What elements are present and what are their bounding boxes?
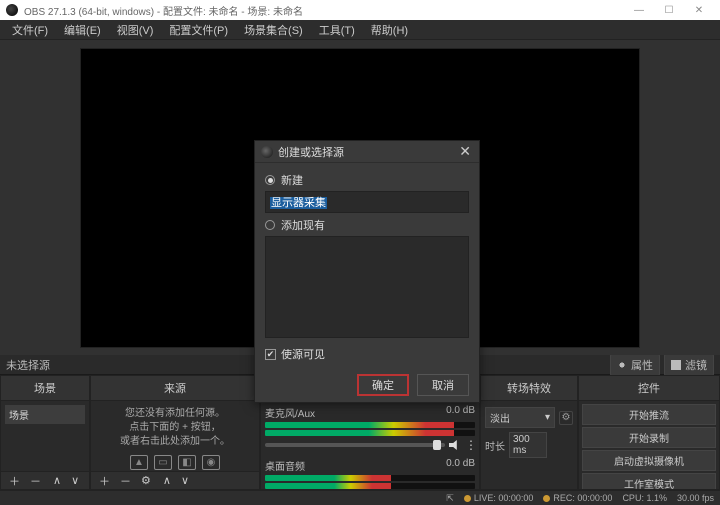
gear-icon bbox=[617, 360, 627, 370]
desktop-meter-2 bbox=[265, 483, 475, 489]
no-source-label: 未选择源 bbox=[6, 357, 50, 373]
mic-meter-2 bbox=[265, 430, 475, 436]
sources-hint: 您还没有添加任何源。 点击下面的 + 按钮， 或者右击此处添加一个。 bbox=[95, 405, 255, 451]
app-icon bbox=[6, 4, 18, 16]
live-dot-icon bbox=[464, 495, 471, 502]
camera-icon: ◉ bbox=[202, 455, 220, 470]
start-vcam-button[interactable]: 启动虚拟摄像机 bbox=[582, 450, 716, 471]
speaker-icon[interactable] bbox=[449, 440, 461, 450]
menu-tools[interactable]: 工具(T) bbox=[311, 20, 363, 40]
mic-volume-slider[interactable] bbox=[265, 443, 445, 447]
transitions-panel: 转场特效 淡出▾ ⚙ 时长 300 ms bbox=[480, 375, 578, 490]
scene-remove-button[interactable]: － bbox=[26, 473, 45, 489]
sources-panel: 来源 您还没有添加任何源。 点击下面的 + 按钮， 或者右击此处添加一个。 ▲ … bbox=[90, 375, 260, 490]
menu-view[interactable]: 视图(V) bbox=[109, 20, 162, 40]
mic-db: 0.0 dB bbox=[446, 405, 475, 420]
status-bar: ⇱ LIVE: 00:00:00 REC: 00:00:00 CPU: 1.1%… bbox=[0, 490, 720, 505]
window-titlebar: OBS 27.1.3 (64-bit, windows) - 配置文件: 未命名… bbox=[0, 0, 720, 20]
controls-title: 控件 bbox=[579, 376, 719, 401]
display-icon: ▭ bbox=[154, 455, 172, 470]
duration-label: 时长 bbox=[485, 438, 505, 453]
properties-button[interactable]: 属性 bbox=[610, 354, 660, 376]
desktop-label: 桌面音频 bbox=[265, 458, 305, 473]
ok-button[interactable]: 确定 bbox=[357, 374, 409, 396]
source-hint-icons: ▲ ▭ ◧ ◉ bbox=[95, 455, 255, 470]
menu-scene-collection[interactable]: 场景集合(S) bbox=[236, 20, 311, 40]
dialog-close-button[interactable]: ✕ bbox=[457, 143, 473, 160]
radio-icon bbox=[265, 220, 275, 230]
menubar: 文件(F) 编辑(E) 视图(V) 配置文件(P) 场景集合(S) 工具(T) … bbox=[0, 20, 720, 40]
radio-selected-icon bbox=[265, 175, 275, 185]
mic-meter bbox=[265, 422, 475, 428]
rec-status: REC: 00:00:00 bbox=[543, 493, 612, 503]
create-source-dialog: 创建或选择源 ✕ 新建 显示器采集 添加现有 ✔ 使源可见 确定 取消 bbox=[254, 140, 480, 403]
dialog-icon bbox=[261, 146, 273, 158]
sources-footer: ＋ － ⚙ ∧ ∨ bbox=[91, 471, 259, 489]
scene-item[interactable]: 场景 bbox=[5, 405, 85, 424]
desktop-meter bbox=[265, 475, 475, 481]
mic-label: 麦克风/Aux bbox=[265, 405, 315, 420]
transition-settings-button[interactable]: ⚙ bbox=[559, 411, 573, 425]
sources-title: 来源 bbox=[91, 376, 259, 401]
scene-up-button[interactable]: ∧ bbox=[49, 474, 65, 487]
fps-status: 30.00 fps bbox=[677, 493, 714, 503]
window-title: OBS 27.1.3 (64-bit, windows) - 配置文件: 未命名… bbox=[24, 3, 303, 18]
controls-panel: 控件 开始推流 开始录制 启动虚拟摄像机 工作室模式 设置 退出 bbox=[578, 375, 720, 490]
make-visible-checkbox[interactable]: ✔ 使源可见 bbox=[265, 346, 469, 362]
duration-spinner[interactable]: 300 ms bbox=[509, 432, 547, 458]
live-status: LIVE: 00:00:00 bbox=[464, 493, 534, 503]
mixer-mic: 麦克风/Aux 0.0 dB ⋮ bbox=[265, 405, 475, 452]
dialog-title: 创建或选择源 bbox=[278, 144, 344, 160]
cpu-status: CPU: 1.1% bbox=[622, 493, 667, 503]
start-streaming-button[interactable]: 开始推流 bbox=[582, 404, 716, 425]
source-down-button[interactable]: ∨ bbox=[177, 474, 193, 487]
scenes-panel: 场景 场景 ＋ － ∧ ∨ bbox=[0, 375, 90, 490]
menu-edit[interactable]: 编辑(E) bbox=[56, 20, 109, 40]
create-new-radio[interactable]: 新建 bbox=[265, 172, 469, 188]
filters-icon bbox=[671, 360, 681, 370]
source-settings-button[interactable]: ⚙ bbox=[137, 474, 155, 487]
scenes-footer: ＋ － ∧ ∨ bbox=[1, 471, 89, 489]
dialog-titlebar: 创建或选择源 ✕ bbox=[255, 141, 479, 163]
start-recording-button[interactable]: 开始录制 bbox=[582, 427, 716, 448]
menu-file[interactable]: 文件(F) bbox=[4, 20, 56, 40]
scene-add-button[interactable]: ＋ bbox=[5, 473, 24, 489]
studio-mode-button[interactable]: 工作室模式 bbox=[582, 473, 716, 489]
close-button[interactable]: ✕ bbox=[684, 5, 714, 16]
menu-profile[interactable]: 配置文件(P) bbox=[161, 20, 236, 40]
mixer-desktop: 桌面音频0.0 dB ⋮ bbox=[265, 458, 475, 489]
undock-icon[interactable]: ⇱ bbox=[446, 493, 454, 504]
existing-sources-list[interactable] bbox=[265, 236, 469, 338]
scene-down-button[interactable]: ∨ bbox=[67, 474, 83, 487]
transition-select[interactable]: 淡出▾ bbox=[485, 407, 555, 428]
source-name-input[interactable]: 显示器采集 bbox=[265, 191, 469, 213]
source-remove-button[interactable]: － bbox=[116, 473, 135, 489]
scenes-title: 场景 bbox=[1, 376, 89, 401]
checkbox-icon: ✔ bbox=[265, 349, 276, 360]
rec-dot-icon bbox=[543, 495, 550, 502]
window-icon: ◧ bbox=[178, 455, 196, 470]
source-add-button[interactable]: ＋ bbox=[95, 473, 114, 489]
maximize-button[interactable]: ☐ bbox=[654, 5, 684, 16]
cancel-button[interactable]: 取消 bbox=[417, 374, 469, 396]
transitions-title: 转场特效 bbox=[481, 376, 577, 401]
add-existing-radio[interactable]: 添加现有 bbox=[265, 217, 469, 233]
menu-help[interactable]: 帮助(H) bbox=[363, 20, 416, 40]
minimize-button[interactable]: — bbox=[624, 5, 654, 16]
filters-button[interactable]: 滤镜 bbox=[664, 354, 714, 376]
mic-options-button[interactable]: ⋮ bbox=[465, 438, 475, 452]
image-icon: ▲ bbox=[130, 455, 148, 470]
desktop-db: 0.0 dB bbox=[446, 458, 475, 473]
source-up-button[interactable]: ∧ bbox=[159, 474, 175, 487]
